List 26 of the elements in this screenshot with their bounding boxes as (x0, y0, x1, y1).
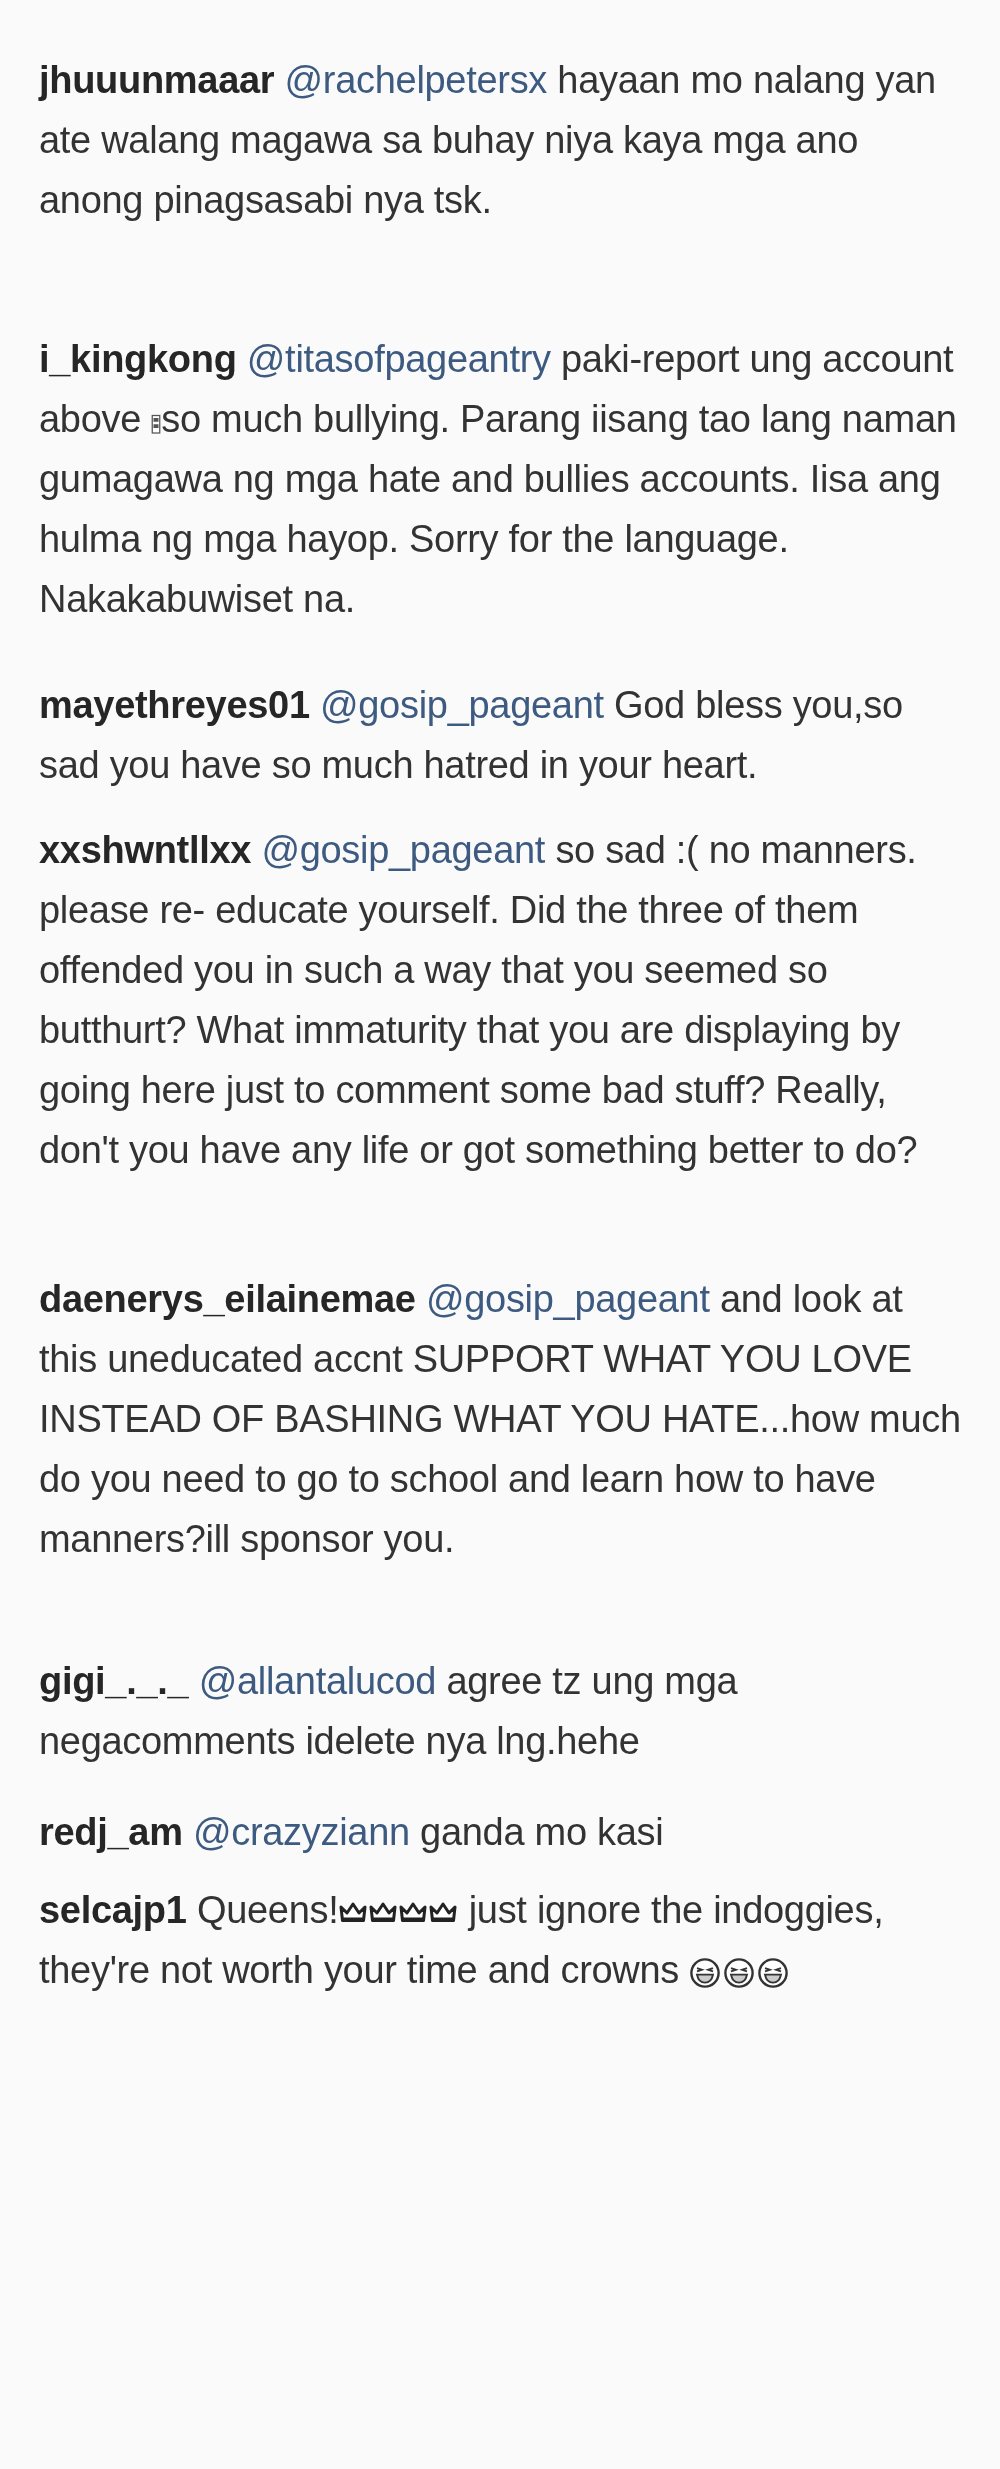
mention-link[interactable]: @crazyziann (192, 1811, 410, 1853)
comment-text: daenerys_eilainemae @gosip_pageant and look at this uneducated accnt SUPPORT WHAT YOU LOVE INSTEAD OF BASHING WHAT YOU HATE...how much do you need to go to school and learn how to have manners?ill sponsor you. (39, 1277, 962, 1562)
mention-link[interactable]: @allantalucod (198, 1660, 437, 1702)
username-link[interactable]: daenerys_eilainemae (39, 1278, 416, 1320)
mention-link[interactable]: @gosip_pageant (261, 829, 546, 871)
mention-link[interactable]: @rachelpetersx (284, 59, 548, 101)
laughing-emoji-icon (757, 1957, 790, 1989)
comment-text: i_kingkong @titasofpageantry paki-report ung account above so much bullying. Parang iisang tao lang naman gumagawa ng mga hate and bullies accounts. Iisa ang hulma ng mga hayop. Sorry for the language. Nakakabuwiset na. (39, 337, 958, 622)
username-link[interactable]: mayethreyes01 (39, 684, 310, 726)
username-link[interactable]: gigi_._._ (39, 1660, 189, 1702)
username-link[interactable]: i_kingkong (39, 338, 237, 380)
username-link[interactable]: selcajp1 (39, 1889, 187, 1931)
comment-text: xxshwntllxx @gosip_pageant so sad :( no manners. please re- educate yourself. Did the three of them offended you in such a way that you seemed so butthurt? What immaturity that you are displaying by going here just to comment some bad stuff? Really, don't you have any life or got something better to do? (39, 828, 919, 1173)
laughing-emoji-icon (723, 1957, 756, 1989)
username-link[interactable]: jhuuunmaaar (39, 59, 275, 101)
comment-text: gigi_._._ @allantalucod agree tz ung mga negacomments idelete nya lng.hehe (39, 1659, 739, 1764)
laughing-emoji-icon (689, 1957, 722, 1989)
comment-text: redj_am @crazyziann ganda mo kasi (39, 1810, 665, 1855)
mention-link[interactable]: @gosip_pageant (425, 1278, 710, 1320)
username-link[interactable]: redj_am (39, 1811, 183, 1853)
mention-link[interactable]: @titasofpageantry (246, 338, 551, 380)
username-link[interactable]: xxshwntllxx (39, 829, 252, 871)
comment-text: selcajp1 Queens! just ignore the indoggies, they're not worth your time and crowns (39, 1888, 885, 1993)
mention-link[interactable]: @gosip_pageant (320, 684, 604, 726)
comment-text: jhuuunmaaar @rachelpetersx hayaan mo nalang yan ate walang magawa sa buhay niya kaya mga ano anong pinagsasabi nya tsk. (39, 58, 937, 223)
comment-text: mayethreyes01 @gosip_pageant God bless you,so sad you have so much hatred in your heart. (39, 683, 904, 788)
